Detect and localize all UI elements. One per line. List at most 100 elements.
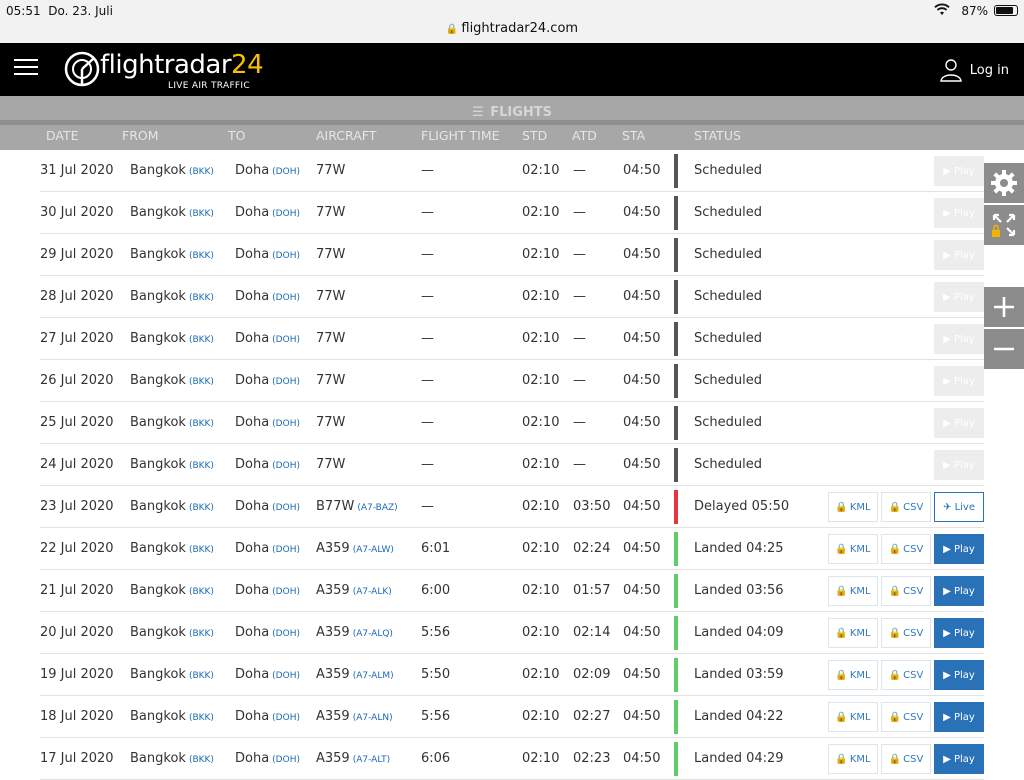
table-row[interactable]: 26 Jul 2020 Bangkok (BKK) Doha (DOH) 77W — 02:1… [40, 360, 984, 402]
table-row[interactable]: 23 Jul 2020 Bangkok (BKK) Doha (DOH) B77W (A7-… [40, 486, 984, 528]
from-code[interactable]: (BKK) [189, 503, 214, 513]
to-code[interactable]: (DOH) [272, 293, 300, 303]
play-button[interactable]: ▶ Play [934, 366, 984, 396]
kml-download-button[interactable]: 🔒 KML [828, 576, 878, 606]
registration-link[interactable]: (A7-ALW) [353, 545, 394, 555]
to-code[interactable]: (DOH) [272, 587, 300, 597]
from-code[interactable]: (BKK) [189, 587, 214, 597]
play-button[interactable]: ▶ Play [934, 198, 984, 228]
play-button[interactable]: ▶ Play [934, 240, 984, 270]
registration-link[interactable]: (A7-ALM) [353, 671, 394, 681]
address-bar[interactable]: 🔒 flightradar24.com [0, 18, 1024, 43]
kml-download-button[interactable]: 🔒 KML [828, 702, 878, 732]
flights-title[interactable]: ☰ FLIGHTS [0, 105, 1024, 120]
registration-link[interactable]: (A7-ALT) [353, 755, 390, 765]
table-row[interactable]: 25 Jul 2020 Bangkok (BKK) Doha (DOH) 77W — 02:1… [40, 402, 984, 444]
to-code[interactable]: (DOH) [272, 209, 300, 219]
col-sta[interactable]: STA [622, 128, 645, 143]
play-button[interactable]: ▶ Play [934, 156, 984, 186]
menu-icon[interactable] [14, 59, 38, 77]
table-row[interactable]: 18 Jul 2020 Bangkok (BKK) Doha (DOH) A359 (A7-… [40, 696, 984, 738]
csv-download-button[interactable]: 🔒 CSV [881, 534, 931, 564]
play-button[interactable]: ▶ Play [934, 450, 984, 480]
table-row[interactable]: 29 Jul 2020 Bangkok (BKK) Doha (DOH) 77W — 02:1… [40, 234, 984, 276]
zoom-in-button[interactable] [984, 287, 1024, 327]
table-row[interactable]: 24 Jul 2020 Bangkok (BKK) Doha (DOH) 77W — 02:1… [40, 444, 984, 486]
col-status[interactable]: STATUS [694, 128, 741, 143]
col-std[interactable]: STD [522, 128, 547, 143]
kml-download-button[interactable]: 🔒 KML [828, 660, 878, 690]
to-code[interactable]: (DOH) [272, 545, 300, 555]
lock-icon: 🔒 [888, 585, 902, 597]
table-row[interactable]: 19 Jul 2020 Bangkok (BKK) Doha (DOH) A359 (A7-… [40, 654, 984, 696]
from-code[interactable]: (BKK) [189, 419, 214, 429]
from-code[interactable]: (BKK) [189, 251, 214, 261]
from-code[interactable]: (BKK) [189, 377, 214, 387]
play-button[interactable]: ▶ Play [934, 744, 984, 774]
settings-button[interactable] [984, 163, 1024, 203]
to-code[interactable]: (DOH) [272, 167, 300, 177]
to-code[interactable]: (DOH) [272, 419, 300, 429]
csv-download-button[interactable]: 🔒 CSV [881, 492, 931, 522]
from-code[interactable]: (BKK) [189, 167, 214, 177]
to-code[interactable]: (DOH) [272, 503, 300, 513]
table-row[interactable]: 20 Jul 2020 Bangkok (BKK) Doha (DOH) A359 (A7-… [40, 612, 984, 654]
from-code[interactable]: (BKK) [189, 209, 214, 219]
csv-download-button[interactable]: 🔒 CSV [881, 660, 931, 690]
from-code[interactable]: (BKK) [189, 629, 214, 639]
from-code[interactable]: (BKK) [189, 713, 214, 723]
registration-link[interactable]: (A7-BAZ) [357, 503, 397, 513]
play-button[interactable]: ▶ Play [934, 324, 984, 354]
from-code[interactable]: (BKK) [189, 461, 214, 471]
play-button[interactable]: ▶ Play [934, 534, 984, 564]
registration-link[interactable]: (A7-ALN) [353, 713, 393, 723]
kml-download-button[interactable]: 🔒 KML [828, 744, 878, 774]
to-code[interactable]: (DOH) [272, 671, 300, 681]
to-code[interactable]: (DOH) [272, 377, 300, 387]
table-row[interactable]: 21 Jul 2020 Bangkok (BKK) Doha (DOH) A359 (A7-… [40, 570, 984, 612]
fullscreen-button[interactable] [984, 205, 1024, 245]
col-aircraft[interactable]: AIRCRAFT [316, 128, 376, 143]
registration-link[interactable]: (A7-ALQ) [353, 629, 393, 639]
csv-download-button[interactable]: 🔒 CSV [881, 576, 931, 606]
cell-to: Doha (DOH) [235, 457, 300, 472]
kml-download-button[interactable]: 🔒 KML [828, 618, 878, 648]
from-code[interactable]: (BKK) [189, 335, 214, 345]
from-code[interactable]: (BKK) [189, 671, 214, 681]
col-atd[interactable]: ATD [572, 128, 597, 143]
col-to[interactable]: TO [228, 128, 245, 143]
play-button[interactable]: ▶ Play [934, 618, 984, 648]
from-code[interactable]: (BKK) [189, 293, 214, 303]
to-code[interactable]: (DOH) [272, 629, 300, 639]
from-code[interactable]: (BKK) [189, 755, 214, 765]
col-from[interactable]: FROM [122, 128, 159, 143]
from-code[interactable]: (BKK) [189, 545, 214, 555]
login-button[interactable]: Log in [940, 58, 1009, 82]
to-code[interactable]: (DOH) [272, 755, 300, 765]
table-row[interactable]: 30 Jul 2020 Bangkok (BKK) Doha (DOH) 77W — 02:1… [40, 192, 984, 234]
table-row[interactable]: 27 Jul 2020 Bangkok (BKK) Doha (DOH) 77W — 02:1… [40, 318, 984, 360]
zoom-out-button[interactable] [984, 329, 1024, 369]
to-code[interactable]: (DOH) [272, 251, 300, 261]
to-code[interactable]: (DOH) [272, 713, 300, 723]
to-code[interactable]: (DOH) [272, 461, 300, 471]
col-date[interactable]: DATE [46, 128, 79, 143]
play-button[interactable]: ▶ Play [934, 702, 984, 732]
to-code[interactable]: (DOH) [272, 335, 300, 345]
csv-download-button[interactable]: 🔒 CSV [881, 618, 931, 648]
play-button[interactable]: ▶ Play [934, 660, 984, 690]
kml-download-button[interactable]: 🔒 KML [828, 534, 878, 564]
col-flight-time[interactable]: FLIGHT TIME [421, 128, 500, 143]
play-button[interactable]: ▶ Play [934, 408, 984, 438]
registration-link[interactable]: (A7-ALK) [353, 587, 392, 597]
table-row[interactable]: 22 Jul 2020 Bangkok (BKK) Doha (DOH) A359 (A7-… [40, 528, 984, 570]
table-row[interactable]: 31 Jul 2020 Bangkok (BKK) Doha (DOH) 77W — 02:1… [40, 150, 984, 192]
kml-download-button[interactable]: 🔒 KML [828, 492, 878, 522]
csv-download-button[interactable]: 🔒 CSV [881, 702, 931, 732]
live-button[interactable]: ✈ Live [934, 492, 984, 522]
play-button[interactable]: ▶ Play [934, 576, 984, 606]
table-row[interactable]: 17 Jul 2020 Bangkok (BKK) Doha (DOH) A359 (A7-… [40, 738, 984, 780]
csv-download-button[interactable]: 🔒 CSV [881, 744, 931, 774]
play-button[interactable]: ▶ Play [934, 282, 984, 312]
table-row[interactable]: 28 Jul 2020 Bangkok (BKK) Doha (DOH) 77W — 02:1… [40, 276, 984, 318]
